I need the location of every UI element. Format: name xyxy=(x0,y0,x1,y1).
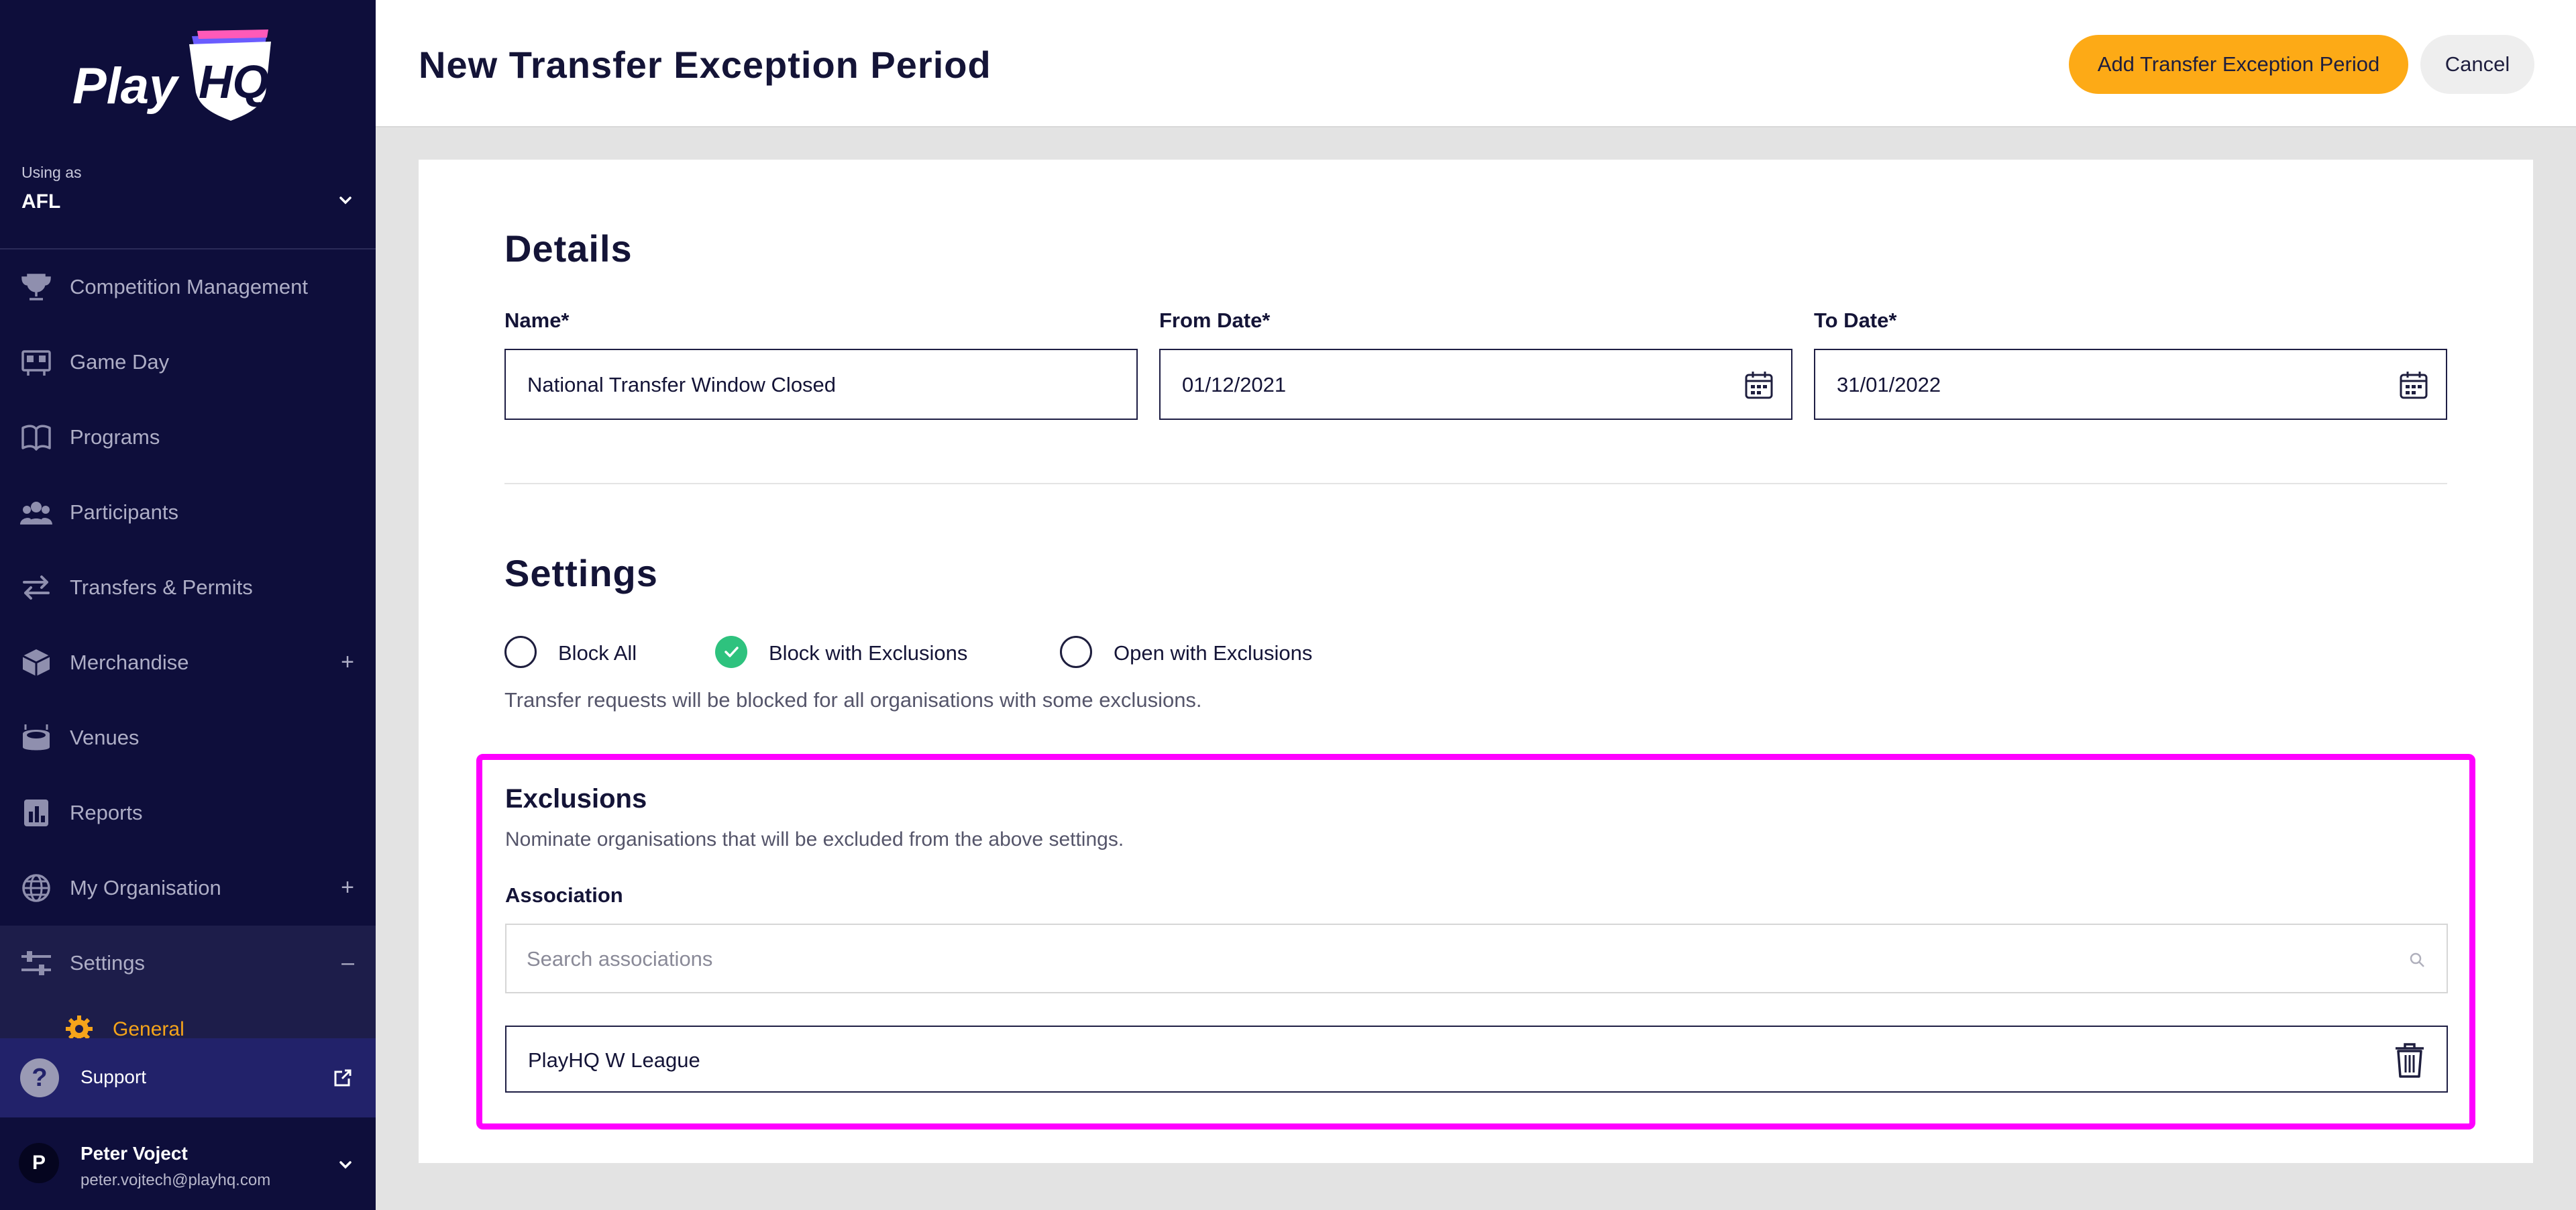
from-date-value: 01/12/2021 xyxy=(1182,373,1287,396)
name-label: Name* xyxy=(504,309,570,332)
radio-circle xyxy=(504,636,537,668)
sidebar-item-label: Transfers & Permits xyxy=(70,575,253,599)
sidebar-item-transfers-permits[interactable]: Transfers & Permits xyxy=(0,550,376,625)
sidebar-item-label: Programs xyxy=(70,425,160,449)
org-switcher[interactable]: Using as AFL xyxy=(0,150,376,250)
playhq-logo[interactable]: Play HQ xyxy=(72,28,274,122)
sidebar-item-label: Settings xyxy=(70,951,146,975)
radio-circle xyxy=(1060,636,1092,668)
support-label: Support xyxy=(80,1066,147,1087)
sidebar-item-label: Venues xyxy=(70,726,140,749)
support-link[interactable]: ? Support xyxy=(0,1038,376,1117)
collapse-icon[interactable]: – xyxy=(341,951,354,974)
sidebar-item-competition-management[interactable]: Competition Management xyxy=(0,250,376,325)
calendar-icon[interactable] xyxy=(2399,370,2428,400)
settings-title: Settings xyxy=(504,552,658,594)
cancel-button[interactable]: Cancel xyxy=(2420,35,2534,94)
trophy-icon xyxy=(21,274,51,300)
expand-icon[interactable]: + xyxy=(341,651,354,673)
page-header: New Transfer Exception Period Add Transf… xyxy=(376,0,2576,127)
from-date-field[interactable]: 01/12/2021 xyxy=(1159,349,1792,420)
radio-open-with-exclusions[interactable]: Open with Exclusions xyxy=(1060,632,1355,672)
user-email: peter.vojtech@playhq.com xyxy=(80,1171,271,1189)
user-name: Peter Voject xyxy=(80,1143,188,1164)
sidebar: Play HQ Using as AFL Competition Managem… xyxy=(0,0,376,1210)
svg-text:Play: Play xyxy=(72,58,180,115)
box-icon xyxy=(22,649,50,676)
svg-text:HQ: HQ xyxy=(199,56,269,108)
form-card: Details Name* National Transfer Window C… xyxy=(419,160,2533,1163)
association-search[interactable] xyxy=(505,924,2448,993)
chevron-down-icon xyxy=(339,197,352,205)
help-icon: ? xyxy=(20,1058,59,1097)
user-menu[interactable]: P Peter Voject peter.vojtech@playhq.com xyxy=(0,1117,376,1210)
radio-label: Block with Exclusions xyxy=(769,641,968,665)
details-title: Details xyxy=(504,227,633,270)
sliders-icon xyxy=(21,951,51,975)
from-date-label: From Date* xyxy=(1159,309,1271,332)
trash-icon[interactable] xyxy=(2393,1042,2426,1079)
radio-label: Block All xyxy=(558,641,637,665)
sidebar-item-label: Participants xyxy=(70,500,178,524)
sidebar-item-label: Reports xyxy=(70,801,143,824)
to-date-label: To Date* xyxy=(1814,309,1897,332)
to-date-value: 31/01/2022 xyxy=(1837,373,1941,396)
exclusions-panel: Exclusions Nominate organisations that w… xyxy=(476,754,2475,1130)
sidebar-item-reports[interactable]: Reports xyxy=(0,775,376,850)
exclusions-description: Nominate organisations that will be excl… xyxy=(505,828,1124,850)
sidebar-item-label: Game Day xyxy=(70,350,170,374)
name-value: National Transfer Window Closed xyxy=(527,373,837,396)
sidebar-subitem-general[interactable]: General xyxy=(0,999,376,1042)
name-field[interactable]: National Transfer Window Closed xyxy=(504,349,1138,420)
people-icon xyxy=(20,502,52,525)
add-transfer-exception-period-button[interactable]: Add Transfer Exception Period xyxy=(2069,35,2408,94)
sidebar-item-participants[interactable]: Participants xyxy=(0,475,376,550)
association-name: PlayHQ W League xyxy=(528,1048,700,1072)
search-input[interactable] xyxy=(527,945,2392,973)
radio-block-all[interactable]: Block All xyxy=(504,632,665,672)
report-icon xyxy=(24,800,48,826)
radio-label: Open with Exclusions xyxy=(1114,641,1313,665)
sidebar-item-label: Competition Management xyxy=(70,275,308,298)
exclusions-title: Exclusions xyxy=(505,784,647,814)
to-date-field[interactable]: 31/01/2022 xyxy=(1814,349,2447,420)
sidebar-subitem-label: General xyxy=(113,1018,184,1040)
transfer-arrows-icon xyxy=(23,575,50,600)
sidebar-item-label: Merchandise xyxy=(70,651,189,674)
book-icon xyxy=(21,425,51,451)
org-name: AFL xyxy=(21,190,61,213)
list-item: PlayHQ W League xyxy=(505,1026,2448,1093)
check-icon xyxy=(715,636,747,668)
sidebar-item-venues[interactable]: Venues xyxy=(0,700,376,775)
stadium-icon xyxy=(23,724,50,751)
association-label: Association xyxy=(505,883,623,907)
org-using-label: Using as xyxy=(21,164,82,181)
scoreboard-icon xyxy=(21,350,51,376)
settings-helper-text: Transfer requests will be blocked for al… xyxy=(504,688,1202,712)
sidebar-item-settings[interactable]: Settings – xyxy=(0,926,376,1001)
radio-block-with-exclusions[interactable]: Block with Exclusions xyxy=(715,632,1010,672)
sidebar-item-merchandise[interactable]: Merchandise + xyxy=(0,625,376,700)
external-link-icon xyxy=(334,1069,352,1087)
sidebar-item-label: My Organisation xyxy=(70,876,221,899)
chevron-down-icon xyxy=(339,1161,352,1169)
section-divider xyxy=(504,483,2447,484)
globe-icon xyxy=(22,874,50,902)
page-title: New Transfer Exception Period xyxy=(419,44,991,86)
avatar: P xyxy=(19,1143,59,1183)
calendar-icon[interactable] xyxy=(1744,370,1774,400)
sidebar-item-programs[interactable]: Programs xyxy=(0,400,376,475)
expand-icon[interactable]: + xyxy=(341,876,354,899)
search-icon xyxy=(2410,952,2424,967)
sidebar-item-my-organisation[interactable]: My Organisation + xyxy=(0,850,376,926)
sidebar-item-game-day[interactable]: Game Day xyxy=(0,325,376,400)
